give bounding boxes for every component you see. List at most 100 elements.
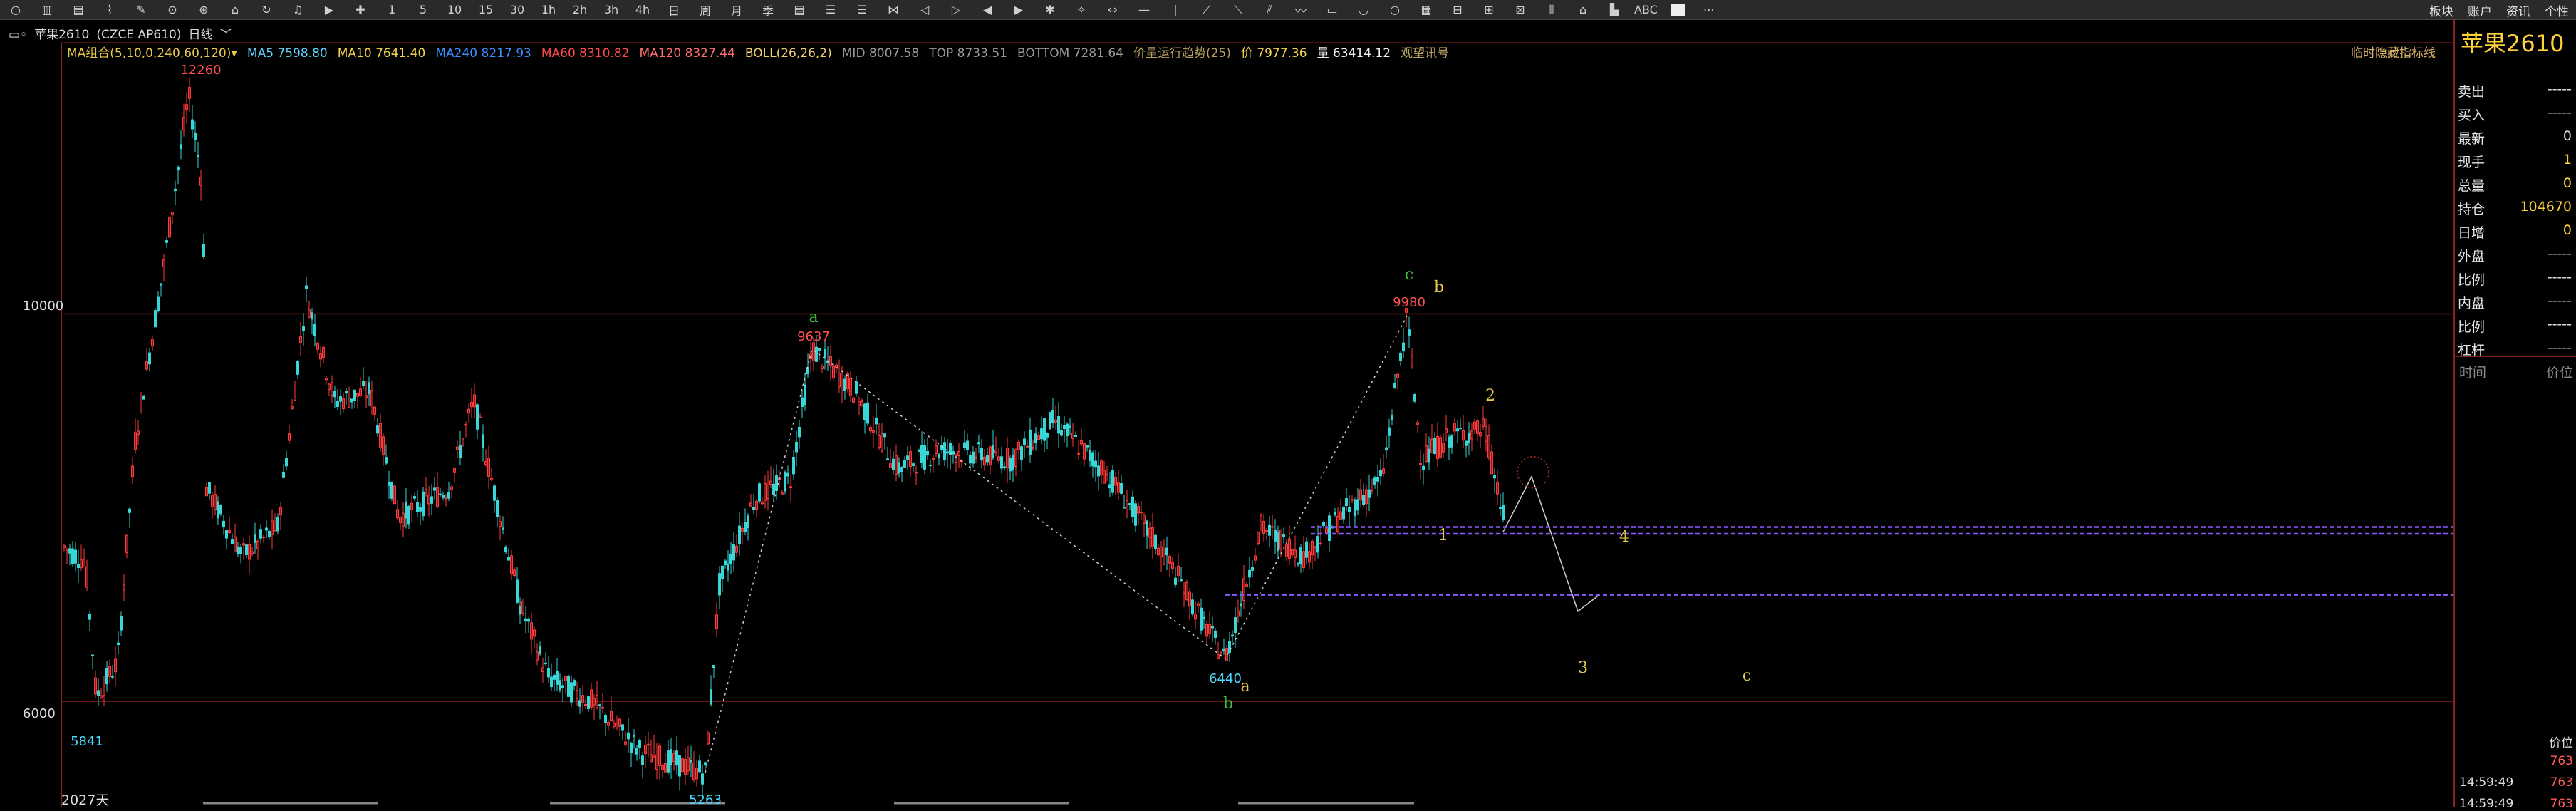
candle-body-451 — [1348, 507, 1351, 512]
candle-body-170 — [547, 668, 550, 678]
candle-body-298 — [912, 463, 915, 466]
candle-body-114 — [388, 482, 390, 486]
wave-label-1: c — [1405, 266, 1413, 284]
peak-label-1: 5841 — [71, 734, 103, 749]
menu-item-3[interactable]: 个性 — [2545, 1, 2569, 19]
candle-body-489 — [1456, 428, 1459, 432]
candle-body-396 — [1191, 599, 1194, 615]
quote-row: 总量 0 — [2458, 175, 2572, 197]
candle-body-472 — [1408, 329, 1411, 336]
candle-body-85 — [305, 285, 308, 289]
quote-value: 0 — [2562, 222, 2572, 238]
candle-body-456 — [1362, 495, 1365, 505]
target-circle — [1517, 456, 1549, 489]
candle-body-355 — [1074, 435, 1077, 438]
quote-label: 日增 — [2458, 225, 2486, 241]
axis-label-upper: 10000 — [23, 299, 64, 314]
panel-divider — [2455, 356, 2576, 357]
candle-body-67 — [254, 534, 256, 543]
candle-body-259 — [801, 397, 804, 407]
candle-body-17 — [111, 676, 114, 678]
candle-body-107 — [368, 382, 370, 395]
candle-body-242 — [752, 507, 755, 510]
wave-label-5: 4 — [1619, 528, 1629, 546]
quote-value: ----- — [2547, 293, 2572, 309]
candle-body-78 — [285, 458, 288, 467]
candle-body-33 — [157, 296, 160, 311]
candle-body-10 — [91, 654, 94, 656]
candle-body-300 — [918, 450, 920, 453]
tick-row: 14:59:49 763 — [2459, 775, 2573, 790]
quote-value: ----- — [2547, 105, 2572, 120]
candle-body-285 — [875, 417, 878, 425]
candle-body-84 — [302, 326, 305, 331]
candle-body-351 — [1063, 425, 1066, 430]
candle-body-296 — [906, 455, 909, 460]
candle-body-167 — [539, 646, 541, 654]
candle-body-257 — [795, 441, 798, 453]
quote-value: 104670 — [2520, 199, 2572, 215]
candle-body-481 — [1433, 438, 1436, 454]
candle-body-113 — [385, 457, 388, 464]
candle-body-231 — [721, 565, 724, 580]
candle-body-477 — [1422, 465, 1425, 470]
candle-body-61 — [237, 547, 239, 554]
candle-body-173 — [556, 671, 559, 685]
candle-body-476 — [1419, 463, 1422, 465]
candle-body-156 — [507, 557, 510, 561]
candle-body-237 — [738, 525, 741, 544]
candle-body-409 — [1228, 641, 1231, 653]
candle-body-267 — [824, 349, 826, 358]
candle-body-367 — [1108, 484, 1111, 489]
candle-body-316 — [963, 442, 966, 448]
candle-body-174 — [559, 680, 561, 691]
candle-body-458 — [1368, 489, 1371, 498]
elliott-wave-dotted-line — [705, 315, 1408, 773]
candle-body-234 — [729, 553, 732, 564]
candle-body-479 — [1428, 448, 1430, 463]
candle-body-449 — [1342, 506, 1345, 520]
candle-body-15 — [105, 667, 108, 685]
quote-value: 0 — [2562, 128, 2572, 144]
quote-label: 持仓 — [2458, 202, 2486, 217]
candle-body-317 — [966, 440, 969, 450]
candle-body-28 — [142, 396, 145, 400]
candle-body-410 — [1231, 634, 1234, 637]
candle-body-87 — [311, 312, 313, 320]
candle-body-23 — [128, 508, 131, 513]
candle-body-387 — [1165, 547, 1168, 556]
candle-body-175 — [561, 685, 564, 688]
menu-item-1[interactable]: 账户 — [2468, 1, 2492, 19]
candlestick-chart[interactable]: 1226058415263963764409980acb21 4ab3 c — [0, 0, 2453, 807]
menu-item-2[interactable]: 资讯 — [2506, 1, 2530, 19]
candle-body-258 — [798, 426, 801, 438]
candle-body-295 — [903, 460, 906, 468]
candle-body-181 — [578, 700, 581, 707]
candle-body-274 — [843, 378, 846, 391]
candle-body-400 — [1203, 616, 1205, 619]
candle-body-380 — [1146, 520, 1148, 536]
candle-body-434 — [1299, 547, 1302, 564]
candle-body-329 — [1000, 456, 1003, 469]
candle-body-3 — [71, 548, 74, 564]
candle-body-62 — [239, 547, 242, 554]
candle-body-121 — [407, 506, 410, 525]
candle-body-318 — [969, 455, 972, 464]
candle-body-55 — [219, 505, 222, 515]
candle-body-49 — [202, 243, 205, 257]
candle-body-147 — [482, 434, 484, 448]
candle-body-470 — [1402, 342, 1405, 352]
candle-body-202 — [638, 740, 641, 748]
axis-label-lower: 6000 — [23, 706, 56, 721]
quote-panel: 苹果2610 卖出 ----- 买入 ----- 最新 0 现手 1 总量 0 持仓 104670 日增… — [2453, 20, 2576, 811]
wave-label-6: a — [1240, 678, 1250, 696]
candle-body-99 — [345, 391, 348, 394]
candle-body-69 — [259, 529, 262, 539]
candle-body-152 — [496, 500, 499, 517]
candle-body-363 — [1097, 465, 1100, 477]
candle-body-184 — [587, 696, 590, 709]
wave-label-9: c — [1743, 667, 1751, 685]
candle-body-444 — [1328, 515, 1331, 541]
peak-label-4: 6440 — [1209, 671, 1242, 686]
candle-body-102 — [353, 389, 356, 401]
